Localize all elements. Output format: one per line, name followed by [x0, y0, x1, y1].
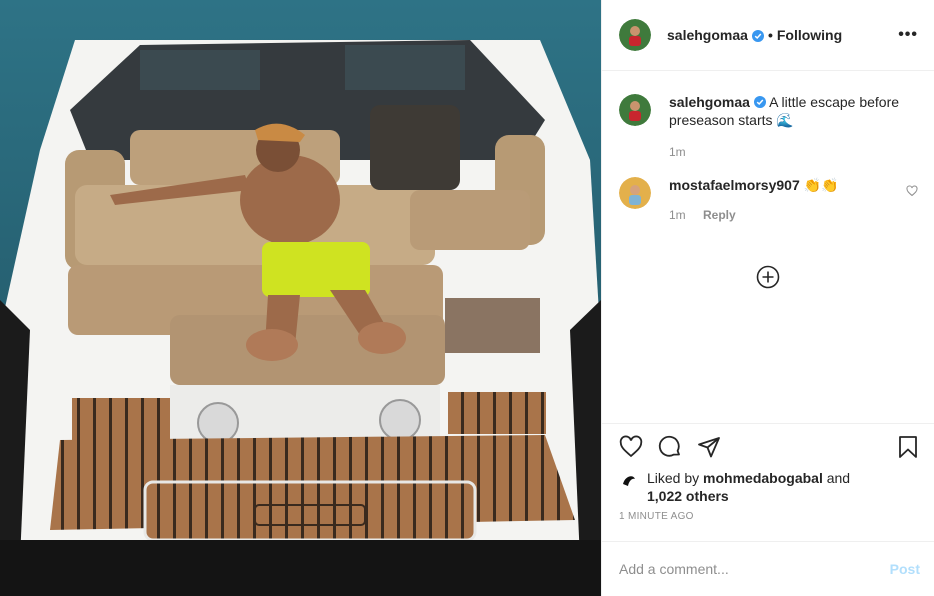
likes-summary: Liked by mohmedabogabal and 1,022 others — [602, 469, 934, 507]
verified-badge-icon — [753, 94, 766, 108]
post-header: salehgomaa • Following ••• — [602, 0, 934, 71]
author-avatar[interactable] — [619, 19, 651, 51]
commenter-avatar[interactable] — [619, 177, 651, 209]
post-photo[interactable] — [0, 0, 601, 596]
comment-item: mostafaelmorsy907 👏👏 1m Reply — [619, 176, 918, 224]
post-side-panel: salehgomaa • Following ••• salehgomaa A … — [601, 0, 934, 596]
add-comment-input[interactable] — [619, 561, 890, 577]
comment-username[interactable]: mostafaelmorsy907 — [669, 177, 800, 193]
likes-text: Liked by mohmedabogabal and 1,022 others — [647, 469, 850, 505]
load-more-comments-plus-circle-icon[interactable] — [756, 265, 780, 292]
comment-time[interactable]: 1m — [669, 208, 686, 222]
likes-and: and — [826, 470, 851, 486]
instagram-post: salehgomaa • Following ••• salehgomaa A … — [0, 0, 934, 596]
comment-icon[interactable] — [658, 435, 682, 459]
comment-body: mostafaelmorsy907 👏👏 1m Reply — [669, 176, 839, 224]
post-timestamp[interactable]: 1 MINUTE AGO — [602, 507, 934, 541]
liker-avatar[interactable] — [619, 470, 639, 490]
caption-body: salehgomaa A little escape before presea… — [669, 93, 918, 161]
likes-prefix: Liked by — [647, 470, 700, 486]
caption-avatar[interactable] — [619, 94, 651, 126]
caption-username[interactable]: salehgomaa — [669, 94, 750, 110]
post-comment-button[interactable]: Post — [890, 561, 920, 577]
heart-icon[interactable] — [619, 435, 643, 459]
verified-badge-icon — [751, 29, 764, 42]
header-separator: • — [767, 27, 773, 43]
caption-time[interactable]: 1m — [669, 145, 686, 159]
add-comment-bar: Post — [602, 541, 934, 596]
caption: salehgomaa A little escape before presea… — [619, 93, 918, 161]
reply-button[interactable]: Reply — [703, 208, 736, 222]
likes-count-link[interactable]: 1,022 others — [647, 488, 729, 504]
comment-text: 👏👏 — [803, 177, 839, 193]
caption-meta: 1m — [669, 143, 918, 161]
boat-photo-illustration — [0, 0, 601, 596]
share-icon[interactable] — [697, 435, 721, 459]
author-username[interactable]: salehgomaa — [667, 27, 748, 43]
comment-like-heart-icon[interactable] — [906, 184, 918, 200]
more-options-icon[interactable]: ••• — [898, 26, 918, 44]
comment-meta: 1m Reply — [669, 206, 839, 224]
action-bar — [602, 423, 934, 469]
comments-section: salehgomaa A little escape before presea… — [602, 71, 934, 423]
following-button[interactable]: Following — [777, 27, 842, 43]
bookmark-icon[interactable] — [896, 435, 920, 459]
liker-username[interactable]: mohmedabogabal — [703, 470, 823, 486]
